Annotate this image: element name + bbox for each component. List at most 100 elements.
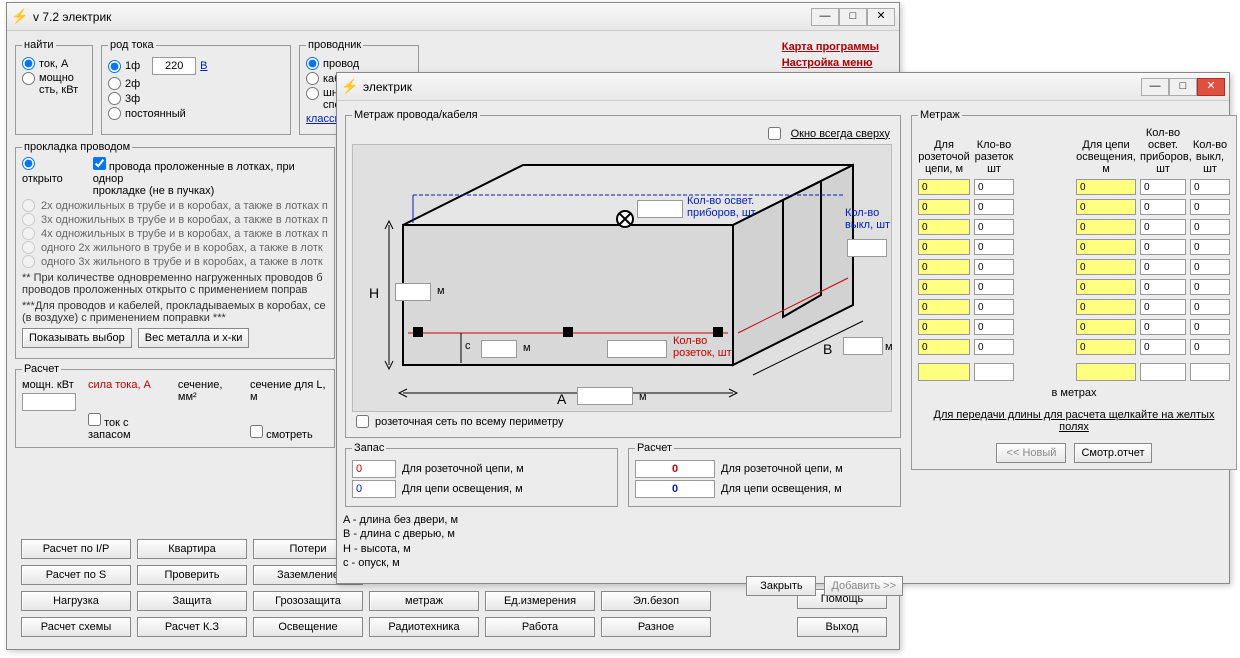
- row-lamp-cnt[interactable]: [1140, 279, 1186, 295]
- exit-button[interactable]: Выход: [797, 617, 887, 637]
- open-radio[interactable]: [22, 157, 35, 170]
- row-lamp-cnt[interactable]: [1140, 259, 1186, 275]
- row-lamp-cnt[interactable]: [1140, 179, 1186, 195]
- phase3-radio[interactable]: [108, 92, 121, 105]
- row-socket-len[interactable]: [918, 239, 970, 255]
- max-button[interactable]: □: [1169, 78, 1197, 96]
- row-socket-len[interactable]: [918, 299, 970, 315]
- calc-ip-button[interactable]: Расчет по I/P: [21, 539, 131, 559]
- b-input[interactable]: [843, 337, 883, 355]
- wire-radio[interactable]: [306, 57, 319, 70]
- sum-socket-len[interactable]: [918, 363, 970, 381]
- ontop-check[interactable]: [768, 127, 781, 140]
- view-check[interactable]: [250, 425, 263, 438]
- perimeter-check[interactable]: [356, 415, 369, 428]
- close-button[interactable]: ✕: [867, 8, 895, 26]
- c-input[interactable]: [481, 340, 517, 358]
- row-switch-cnt[interactable]: [1190, 239, 1230, 255]
- misc-button[interactable]: Разное: [601, 617, 711, 637]
- row-socket-cnt[interactable]: [974, 199, 1014, 215]
- row-switch-cnt[interactable]: [1190, 299, 1230, 315]
- row-socket-cnt[interactable]: [974, 219, 1014, 235]
- row-light-len[interactable]: [1076, 279, 1136, 295]
- reserve-light-input[interactable]: [352, 480, 396, 498]
- row-switch-cnt[interactable]: [1190, 339, 1230, 355]
- row-lamp-cnt[interactable]: [1140, 199, 1186, 215]
- voltage-input[interactable]: [152, 57, 196, 75]
- power-input[interactable]: [22, 393, 76, 411]
- row-light-len[interactable]: [1076, 319, 1136, 335]
- add-button[interactable]: Добавить >>: [824, 576, 903, 596]
- switch-count-input[interactable]: [847, 239, 887, 257]
- row-socket-len[interactable]: [918, 259, 970, 275]
- lamp-count-input[interactable]: [637, 200, 683, 218]
- reserve-check[interactable]: [88, 413, 101, 426]
- row-socket-cnt[interactable]: [974, 239, 1014, 255]
- cord-radio[interactable]: [306, 87, 319, 100]
- row-lamp-cnt[interactable]: [1140, 239, 1186, 255]
- row-switch-cnt[interactable]: [1190, 319, 1230, 335]
- row-socket-len[interactable]: [918, 179, 970, 195]
- row-light-len[interactable]: [1076, 179, 1136, 195]
- scheme-button[interactable]: Расчет схемы: [21, 617, 131, 637]
- row-switch-cnt[interactable]: [1190, 259, 1230, 275]
- row-lamp-cnt[interactable]: [1140, 299, 1186, 315]
- light-button[interactable]: Освещение: [253, 617, 363, 637]
- find-current-radio[interactable]: [22, 57, 35, 70]
- reserve-socket-input[interactable]: [352, 460, 396, 478]
- shortc-button[interactable]: Расчет К.З: [137, 617, 247, 637]
- new-button[interactable]: << Новый: [996, 443, 1066, 463]
- tray-check[interactable]: [93, 157, 106, 170]
- h-input[interactable]: [395, 283, 431, 301]
- report-button[interactable]: Смотр.отчет: [1074, 443, 1151, 463]
- row-light-len[interactable]: [1076, 239, 1136, 255]
- main-titlebar[interactable]: ⚡ v 7.2 электрик — □ ✕: [7, 3, 899, 31]
- socket-count-input[interactable]: [607, 340, 667, 358]
- flat-button[interactable]: Квартира: [137, 539, 247, 559]
- row-socket-cnt[interactable]: [974, 179, 1014, 195]
- row-lamp-cnt[interactable]: [1140, 219, 1186, 235]
- row-socket-len[interactable]: [918, 219, 970, 235]
- menu-link[interactable]: Настройка меню: [782, 57, 873, 69]
- protect-button[interactable]: Защита: [137, 591, 247, 611]
- min-button[interactable]: —: [1141, 78, 1169, 96]
- load-button[interactable]: Нагрузка: [21, 591, 131, 611]
- row-socket-cnt[interactable]: [974, 339, 1014, 355]
- row-switch-cnt[interactable]: [1190, 279, 1230, 295]
- row-light-len[interactable]: [1076, 339, 1136, 355]
- row-socket-cnt[interactable]: [974, 259, 1014, 275]
- row-socket-len[interactable]: [918, 279, 970, 295]
- cable-radio[interactable]: [306, 72, 319, 85]
- find-power-radio[interactable]: [22, 72, 35, 85]
- row-lamp-cnt[interactable]: [1140, 339, 1186, 355]
- row-light-len[interactable]: [1076, 199, 1136, 215]
- row-switch-cnt[interactable]: [1190, 219, 1230, 235]
- row-light-len[interactable]: [1076, 219, 1136, 235]
- a-input[interactable]: [577, 387, 633, 405]
- calc-s-button[interactable]: Расчет по S: [21, 565, 131, 585]
- close-dialog-button[interactable]: Закрыть: [746, 576, 816, 596]
- sum-light-len[interactable]: [1076, 363, 1136, 381]
- row-switch-cnt[interactable]: [1190, 179, 1230, 195]
- phase2-radio[interactable]: [108, 77, 121, 90]
- row-light-len[interactable]: [1076, 299, 1136, 315]
- row-light-len[interactable]: [1076, 259, 1136, 275]
- metal-weight-button[interactable]: Вес металла и х-ки: [138, 328, 250, 348]
- dc-radio[interactable]: [108, 107, 121, 120]
- maximize-button[interactable]: □: [839, 8, 867, 26]
- close-button[interactable]: ✕: [1197, 78, 1225, 96]
- volt-unit[interactable]: В: [200, 60, 207, 72]
- phase1-radio[interactable]: [108, 60, 121, 73]
- row-socket-cnt[interactable]: [974, 319, 1014, 335]
- work-button[interactable]: Работа: [485, 617, 595, 637]
- check-button[interactable]: Проверить: [137, 565, 247, 585]
- map-link[interactable]: Карта программы: [782, 41, 879, 53]
- row-socket-cnt[interactable]: [974, 299, 1014, 315]
- meters-titlebar[interactable]: ⚡ электрик — □ ✕: [337, 73, 1229, 101]
- radio-button[interactable]: Радиотехника: [369, 617, 479, 637]
- row-socket-len[interactable]: [918, 339, 970, 355]
- row-socket-len[interactable]: [918, 199, 970, 215]
- row-socket-len[interactable]: [918, 319, 970, 335]
- row-lamp-cnt[interactable]: [1140, 319, 1186, 335]
- minimize-button[interactable]: —: [811, 8, 839, 26]
